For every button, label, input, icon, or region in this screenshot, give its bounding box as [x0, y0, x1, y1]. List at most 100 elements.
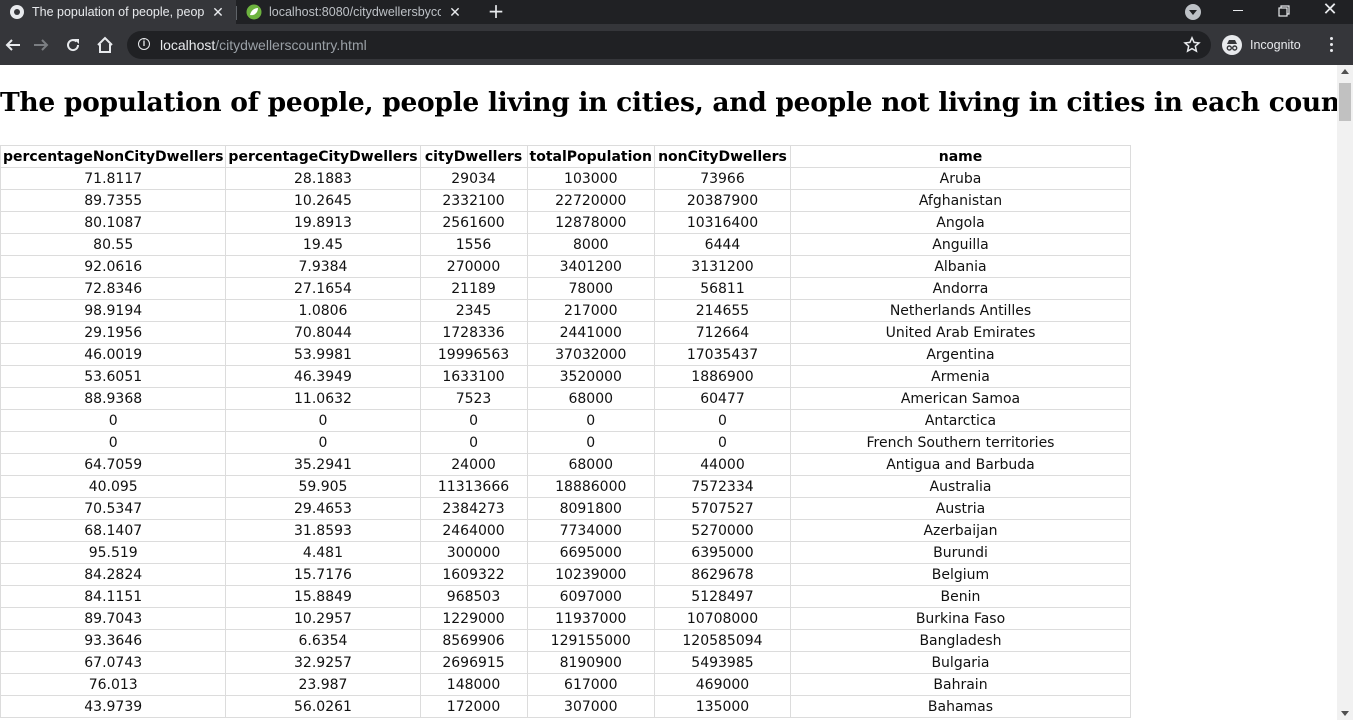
scroll-down-arrow-icon[interactable]: [1341, 711, 1349, 716]
table-cell: 78000: [526, 277, 655, 300]
tab-search-icon[interactable]: [1185, 4, 1201, 20]
table-cell: Burundi: [789, 541, 1131, 564]
forward-button[interactable]: [28, 32, 54, 58]
table-row: 29.1956 70.8044 1728336 2441000 712664 United…: [0, 321, 1131, 344]
table-cell: 0: [0, 409, 227, 432]
bookmark-star-icon[interactable]: [1183, 36, 1201, 54]
site-info-icon[interactable]: i: [138, 38, 150, 50]
table-cell: 5707527: [653, 497, 791, 520]
table-cell: 7523: [419, 387, 528, 410]
table-cell: 1728336: [419, 321, 528, 344]
tab-inactive[interactable]: localhost:8080/citydwellersbycountry ✕: [237, 0, 473, 24]
minimize-button[interactable]: [1218, 0, 1258, 24]
table-cell: 95.519: [0, 541, 227, 564]
home-button[interactable]: [92, 32, 118, 58]
table-cell: 70.5347: [0, 497, 227, 520]
table-cell: 469000: [653, 673, 791, 696]
table-row: 43.9739 56.0261 172000 307000 135000 Bahamas: [0, 695, 1131, 718]
menu-icon[interactable]: [1322, 34, 1342, 56]
table-cell: 59.905: [225, 475, 421, 498]
table-row: 46.0019 53.9981 19996563 37032000 17035437 Ar…: [0, 343, 1131, 366]
address-bar[interactable]: i localhost/citydwellerscountry.html: [127, 31, 1211, 59]
restore-icon: [1278, 5, 1290, 17]
close-tab-icon[interactable]: ✕: [447, 4, 463, 21]
table-cell: 8091800: [526, 497, 655, 520]
table-row: 0 0 0 0 0 French Southern territories: [0, 431, 1131, 454]
close-window-button[interactable]: ✕: [1310, 0, 1350, 24]
table-cell: 24000: [419, 453, 528, 476]
table-cell: Netherlands Antilles: [789, 299, 1131, 322]
table-cell: 18886000: [526, 475, 655, 498]
tab-active[interactable]: The population of people, people living …: [0, 0, 236, 24]
table-cell: 214655: [653, 299, 791, 322]
back-button[interactable]: [0, 32, 26, 58]
arrow-right-icon: [34, 39, 49, 51]
reload-icon: [67, 39, 80, 52]
table-cell: 8000: [526, 233, 655, 256]
table-cell: Anguilla: [789, 233, 1131, 256]
table-cell: 3131200: [653, 255, 791, 278]
table-cell: 68000: [526, 453, 655, 476]
home-icon: [97, 36, 113, 53]
table-cell: 20387900: [653, 189, 791, 212]
table-cell: Afghanistan: [789, 189, 1131, 212]
table-cell: 300000: [419, 541, 528, 564]
table-cell: 76.013: [0, 673, 227, 696]
table-cell: 29.4653: [225, 497, 421, 520]
table-cell: Argentina: [789, 343, 1131, 366]
table-cell: United Arab Emirates: [789, 321, 1131, 344]
table-row: 70.5347 29.4653 2384273 8091800 5707527 Austr…: [0, 497, 1131, 520]
scroll-up-arrow-icon[interactable]: [1341, 69, 1349, 74]
table-cell: American Samoa: [789, 387, 1131, 410]
table-cell: 2561600: [419, 211, 528, 234]
table-cell: Bahrain: [789, 673, 1131, 696]
table-cell: 84.1151: [0, 585, 227, 608]
table-cell: 5493985: [653, 651, 791, 674]
table-cell: 103000: [526, 167, 655, 190]
table-cell: 6444: [653, 233, 791, 256]
table-cell: 53.9981: [225, 343, 421, 366]
browser-toolbar: i localhost/citydwellerscountry.html Inc…: [0, 24, 1353, 65]
table-cell: 21189: [419, 277, 528, 300]
table-cell: 89.7355: [0, 189, 227, 212]
table-cell: 7.9384: [225, 255, 421, 278]
table-cell: 70.8044: [225, 321, 421, 344]
table-row: 72.8346 27.1654 21189 78000 56811 Andorra: [0, 277, 1131, 300]
table-cell: 6.6354: [225, 629, 421, 652]
table-cell: 35.2941: [225, 453, 421, 476]
table-cell: 29.1956: [0, 321, 227, 344]
table-cell: 56811: [653, 277, 791, 300]
table-cell: Armenia: [789, 365, 1131, 388]
column-header: nonCityDwellers: [653, 145, 791, 168]
table-cell: Antigua and Barbuda: [789, 453, 1131, 476]
tab-strip: The population of people, people living …: [0, 0, 1353, 24]
table-row: 67.0743 32.9257 2696915 8190900 5493985 Bulga…: [0, 651, 1131, 674]
url-text: localhost/citydwellerscountry.html: [160, 37, 367, 53]
table-cell: 7734000: [526, 519, 655, 542]
incognito-icon: [1222, 35, 1242, 55]
table-row: 93.3646 6.6354 8569906 129155000 120585094 Ba…: [0, 629, 1131, 652]
reload-button[interactable]: [60, 32, 86, 58]
table-cell: 0: [419, 409, 528, 432]
page-title: The population of people, people living …: [0, 87, 1337, 118]
scroll-thumb[interactable]: [1339, 83, 1351, 121]
table-cell: 71.8117: [0, 167, 227, 190]
table-cell: 1556: [419, 233, 528, 256]
table-row: 98.9194 1.0806 2345 217000 214655 Netherlands…: [0, 299, 1131, 322]
restore-button[interactable]: [1264, 0, 1304, 24]
url-host: localhost: [160, 37, 216, 53]
table-row: 76.013 23.987 148000 617000 469000 Bahrain: [0, 673, 1131, 696]
close-tab-icon[interactable]: ✕: [210, 4, 226, 21]
table-cell: 93.3646: [0, 629, 227, 652]
table-row: 0 0 0 0 0 Antarctica: [0, 409, 1131, 432]
table-cell: 0: [526, 409, 655, 432]
table-cell: 19.45: [225, 233, 421, 256]
table-row: 71.8117 28.1883 29034 103000 73966 Aruba: [0, 167, 1131, 190]
incognito-indicator[interactable]: Incognito: [1222, 35, 1301, 55]
new-tab-button[interactable]: +: [484, 0, 508, 24]
table-cell: 19.8913: [225, 211, 421, 234]
table-cell: 11.0632: [225, 387, 421, 410]
population-table: percentageNonCityDwellers percentageCity…: [0, 145, 1131, 718]
vertical-scrollbar[interactable]: [1337, 65, 1353, 720]
table-cell: 2696915: [419, 651, 528, 674]
